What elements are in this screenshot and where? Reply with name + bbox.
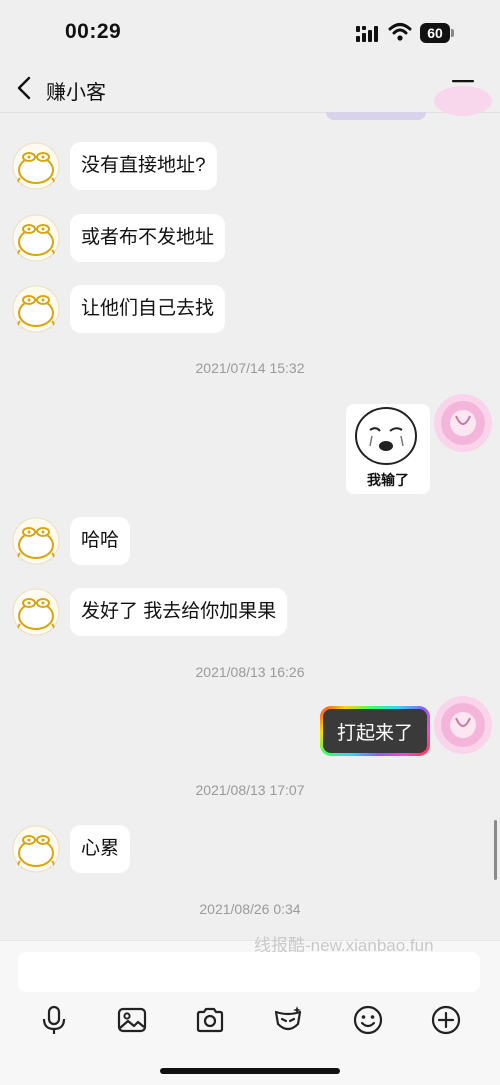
my-avatar-partial (434, 86, 492, 116)
sticker-icon[interactable] (272, 1004, 304, 1036)
my-avatar[interactable] (434, 394, 492, 452)
message-bubble[interactable]: 哈哈 (70, 517, 131, 565)
message-bubble[interactable]: 心累 (70, 825, 131, 873)
cellular-signal-icon (356, 26, 378, 42)
message-input[interactable] (18, 952, 480, 992)
emoji-icon[interactable] (352, 1004, 384, 1036)
contact-avatar[interactable] (12, 517, 60, 565)
battery-indicator: 60 (420, 23, 456, 43)
my-message-bubble[interactable]: 打起来了 (320, 706, 430, 756)
sticker-message[interactable]: 我输了 (346, 404, 430, 494)
input-panel: 线报酷-new.xianbao.fun (0, 936, 500, 1085)
crying-face-sticker-icon (355, 407, 417, 465)
message-bubble[interactable]: 或者布不发地址 (70, 214, 226, 262)
wifi-icon (388, 23, 412, 41)
chat-header: 赚小客 (0, 62, 500, 113)
message-text: 打起来了 (323, 709, 427, 753)
image-icon[interactable] (116, 1004, 148, 1036)
my-avatar[interactable] (434, 696, 492, 754)
battery-percentage: 60 (427, 25, 443, 41)
message-timestamp: 2021/08/13 17:07 (195, 782, 305, 798)
status-time: 00:29 (65, 20, 122, 43)
back-icon[interactable] (14, 76, 34, 100)
microphone-icon[interactable] (38, 1004, 70, 1036)
message-timestamp: 2021/08/13 16:26 (195, 664, 305, 680)
message-timestamp: 2021/07/14 15:32 (195, 360, 305, 376)
sticker-caption: 我输了 (367, 472, 409, 488)
message-timestamp: 2021/08/26 0:34 (199, 901, 301, 917)
message-bubble[interactable]: 让他们自己去找 (70, 285, 226, 333)
contact-avatar[interactable] (12, 285, 60, 333)
contact-avatar[interactable] (12, 588, 60, 636)
contact-avatar[interactable] (12, 825, 60, 873)
contact-avatar[interactable] (12, 142, 60, 190)
home-indicator[interactable] (160, 1068, 340, 1074)
scrollbar[interactable] (494, 820, 497, 880)
camera-icon[interactable] (194, 1004, 226, 1036)
message-bubble[interactable]: 发好了 我去给你加果果 (70, 588, 288, 636)
message-bubble[interactable]: 没有直接地址? (70, 142, 217, 190)
chat-title: 赚小客 (46, 82, 106, 104)
plus-icon[interactable] (430, 1004, 462, 1036)
status-bar: 00:29 60 (0, 0, 500, 62)
contact-avatar[interactable] (12, 214, 60, 262)
previous-message-edge (326, 112, 426, 120)
